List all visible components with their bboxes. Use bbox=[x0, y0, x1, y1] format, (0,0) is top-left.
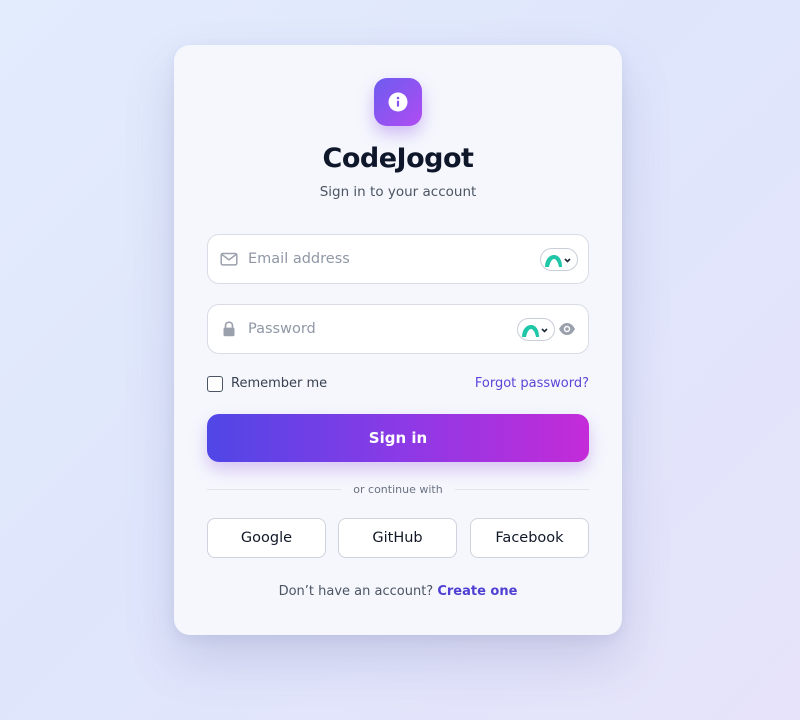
app-logo bbox=[374, 78, 422, 126]
password-manager-button[interactable] bbox=[517, 318, 555, 341]
forgot-password-link[interactable]: Forgot password? bbox=[475, 376, 589, 392]
signup-prompt: Don’t have an account? Create one bbox=[174, 584, 622, 599]
sign-in-button[interactable]: Sign in bbox=[207, 414, 589, 462]
page-subtitle: Sign in to your account bbox=[319, 184, 477, 200]
password-manager-icon bbox=[522, 325, 548, 337]
eye-icon[interactable] bbox=[558, 321, 576, 337]
password-field[interactable] bbox=[207, 304, 589, 354]
password-manager-icon bbox=[545, 255, 571, 267]
lock-icon bbox=[223, 321, 235, 337]
password-input[interactable] bbox=[248, 305, 498, 353]
google-button[interactable]: Google bbox=[207, 518, 326, 558]
remember-me-checkbox[interactable] bbox=[207, 376, 223, 392]
divider-line-right bbox=[455, 489, 589, 490]
mail-icon bbox=[220, 252, 238, 266]
github-button[interactable]: GitHub bbox=[338, 518, 457, 558]
create-account-link[interactable]: Create one bbox=[437, 584, 517, 599]
email-field[interactable] bbox=[207, 234, 589, 284]
app-title: CodeJogot bbox=[322, 143, 474, 174]
info-icon bbox=[388, 92, 408, 112]
signup-prompt-text: Don’t have an account? bbox=[278, 584, 434, 599]
login-card: CodeJogot Sign in to your account Email … bbox=[174, 45, 622, 635]
facebook-button[interactable]: Facebook bbox=[470, 518, 589, 558]
email-input[interactable] bbox=[248, 235, 498, 283]
password-manager-button[interactable] bbox=[540, 248, 578, 271]
remember-me-label: Remember me bbox=[231, 376, 328, 391]
